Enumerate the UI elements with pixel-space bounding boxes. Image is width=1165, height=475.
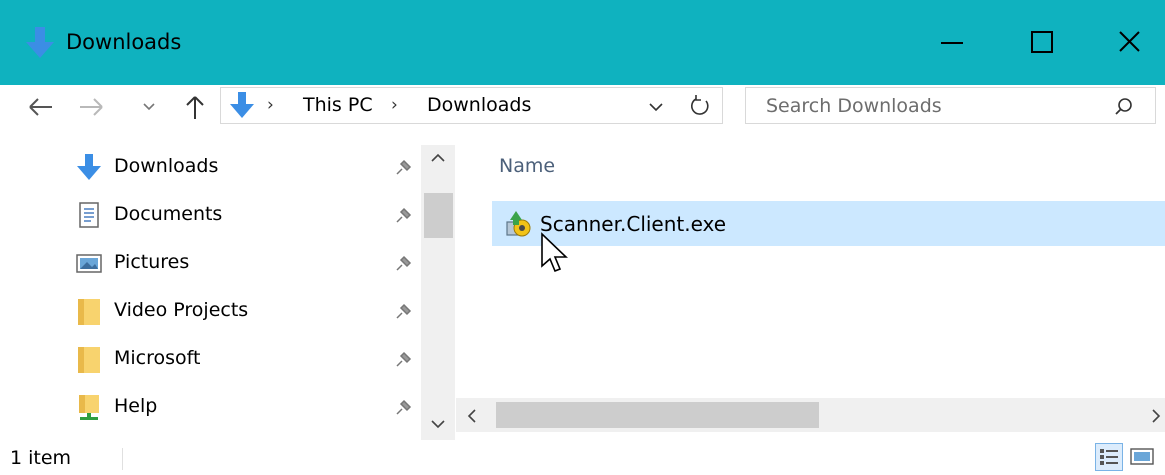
chevron-left-icon[interactable] <box>464 407 480 425</box>
sidebar-item-label: Microsoft <box>114 347 201 369</box>
mouse-cursor-icon <box>541 232 568 273</box>
up-button[interactable] <box>180 91 210 123</box>
recent-locations-button[interactable] <box>138 91 160 123</box>
document-icon <box>79 202 99 228</box>
sidebar-item-pictures[interactable]: Pictures <box>0 238 420 286</box>
close-button[interactable] <box>1086 0 1165 85</box>
pictures-icon <box>76 254 102 273</box>
maximize-button[interactable] <box>996 0 1088 85</box>
item-count: 1 item <box>10 447 72 469</box>
pin-icon[interactable] <box>393 398 413 418</box>
arrow-left-icon <box>29 98 52 116</box>
scrollbar-thumb[interactable] <box>496 402 819 428</box>
search-box[interactable]: Search Downloads <box>745 87 1156 124</box>
window-title: Downloads <box>66 30 182 54</box>
chevron-down-icon[interactable] <box>645 94 667 118</box>
folder-icon <box>78 347 100 373</box>
breadcrumb-separator-icon: › <box>391 95 398 115</box>
close-icon <box>1119 31 1140 52</box>
chevron-down-icon[interactable] <box>429 417 447 431</box>
minimize-icon <box>941 42 963 44</box>
pin-icon[interactable] <box>393 206 413 226</box>
title-bar: Downloads <box>0 0 1165 85</box>
breadcrumb-this-pc[interactable]: This PC <box>303 93 373 117</box>
large-icons-view-icon <box>1130 448 1154 465</box>
file-list: Name Scanner.Client.exe <box>456 130 1165 430</box>
sidebar-item-help[interactable]: Help <box>0 382 420 430</box>
sidebar-item-label: Downloads <box>114 155 219 177</box>
sidebar-item-downloads[interactable]: Downloads <box>0 142 420 190</box>
minimize-button[interactable] <box>905 0 997 85</box>
download-arrow-icon <box>77 154 101 180</box>
network-folder-icon <box>79 395 99 420</box>
navigation-pane: Downloads Documents Pictures Video Proje… <box>0 130 420 430</box>
sidebar-item-video-projects[interactable]: Video Projects <box>0 286 420 334</box>
search-icon[interactable] <box>1112 95 1136 119</box>
installer-icon <box>506 211 531 237</box>
arrow-right-icon <box>80 98 103 116</box>
maximize-icon <box>1031 31 1053 53</box>
pin-icon[interactable] <box>393 350 413 370</box>
download-arrow-icon <box>230 92 254 118</box>
sidebar-item-label: Pictures <box>114 251 190 273</box>
scrollbar-thumb[interactable] <box>424 193 453 238</box>
pin-icon[interactable] <box>393 302 413 322</box>
sidebar-item-documents[interactable]: Documents <box>0 190 420 238</box>
breadcrumb-separator-icon: › <box>267 95 274 115</box>
chevron-down-icon <box>143 103 155 111</box>
chevron-right-icon[interactable] <box>1150 407 1162 425</box>
chevron-up-icon[interactable] <box>429 151 447 165</box>
refresh-icon[interactable] <box>687 92 713 120</box>
navigation-pane-scrollbar[interactable] <box>421 145 455 445</box>
forward-button[interactable] <box>74 91 108 123</box>
breadcrumb-downloads[interactable]: Downloads <box>427 93 531 117</box>
pin-icon[interactable] <box>393 158 413 178</box>
sidebar-item-label: Help <box>114 395 158 417</box>
column-header-name[interactable]: Name <box>499 154 555 178</box>
sidebar-item-microsoft[interactable]: Microsoft <box>0 334 420 382</box>
folder-icon <box>78 299 100 325</box>
navigation-toolbar: › This PC › Downloads Search Downloads <box>0 85 1165 130</box>
details-view-icon <box>1100 449 1118 465</box>
address-bar[interactable]: › This PC › Downloads <box>220 87 723 124</box>
pin-icon[interactable] <box>393 254 413 274</box>
sidebar-item-label: Video Projects <box>114 299 249 321</box>
file-list-horizontal-scrollbar[interactable] <box>456 398 1165 432</box>
file-row[interactable]: Scanner.Client.exe <box>492 201 1165 246</box>
sidebar-item-label: Documents <box>114 203 223 225</box>
status-divider <box>122 448 123 470</box>
search-input[interactable]: Search Downloads <box>766 94 942 118</box>
arrow-up-icon <box>186 96 204 119</box>
back-button[interactable] <box>24 91 58 123</box>
status-bar: 1 item <box>0 440 1165 475</box>
details-view-button[interactable] <box>1095 443 1123 471</box>
download-arrow-icon <box>26 27 54 58</box>
large-icons-view-button[interactable] <box>1128 443 1156 471</box>
